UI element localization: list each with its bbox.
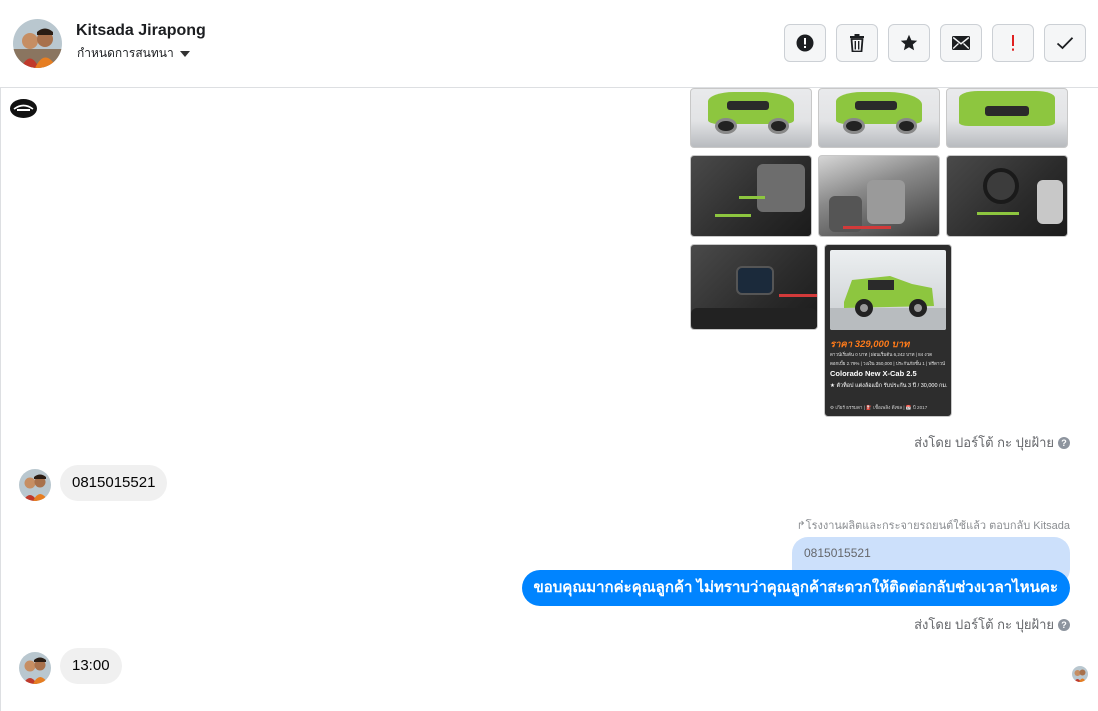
sent-by-label: ส่งโดย ปอร์โต้ กะ ปุยฝ้าย ? — [914, 614, 1070, 635]
help-icon[interactable]: ? — [1058, 436, 1070, 449]
contact-avatar[interactable] — [13, 19, 62, 68]
star-icon — [900, 34, 918, 51]
envelope-icon — [952, 36, 970, 50]
sent-by-text: ส่งโดย ปอร์โต้ กะ ปุยฝ้าย — [914, 435, 1054, 450]
flyer-features: ★ ตัวท็อป แต่งล้อแม็ก รับประกัน 3 ปี / 3… — [830, 383, 948, 389]
car-photo-1[interactable] — [690, 88, 812, 148]
flyer-terms-line: ดอกเบี้ย 2.79% | วงเงิน 350,000 | ประกัน… — [830, 361, 946, 366]
follow-up-button[interactable] — [992, 24, 1034, 62]
star-button[interactable] — [888, 24, 930, 62]
conversation-settings-label: กำหนดการสนทนา — [77, 46, 174, 60]
incoming-message[interactable]: 13:00 — [60, 648, 122, 684]
flyer-price: ราคา 329,000 บาท — [830, 339, 910, 350]
help-icon[interactable]: ? — [1058, 618, 1070, 631]
car-photo-5[interactable] — [818, 155, 940, 237]
car-photo-2[interactable] — [818, 88, 940, 148]
car-photo-7[interactable] — [690, 244, 818, 330]
sent-by-label: ส่งโดย ปอร์โต้ กะ ปุยฝ้าย ? — [914, 432, 1070, 453]
conversation-settings-dropdown[interactable]: กำหนดการสนทนา — [77, 44, 190, 63]
contact-avatar-small[interactable] — [19, 652, 51, 684]
trash-icon — [850, 34, 864, 52]
contact-avatar-small[interactable] — [19, 469, 51, 501]
sent-by-text: ส่งโดย ปอร์โต้ กะ ปุยฝ้าย — [914, 617, 1054, 632]
left-divider — [0, 0, 1, 711]
alert-circle-icon — [796, 34, 814, 52]
flyer-car-photo — [830, 250, 946, 330]
contact-name[interactable]: Kitsada Jirapong — [76, 22, 206, 40]
car-photo-3[interactable] — [946, 88, 1068, 148]
flyer-finance-line: ดาวน์เริ่มต้น 0 บาท | ผ่อนเริ่มต้น 6,242… — [830, 352, 933, 357]
car-photo-6[interactable] — [946, 155, 1068, 237]
seen-avatar — [1072, 666, 1088, 682]
conversation-header: Kitsada Jirapong กำหนดการสนทนา — [0, 0, 1098, 88]
flyer-footer: ⚙ เกียร์ ธรรมดา | ⛽ เชื้อเพลิง ดีเซล | 📅… — [830, 405, 928, 410]
car-photo-4[interactable] — [690, 155, 812, 237]
page-logo-avatar — [10, 99, 37, 118]
mark-unread-button[interactable] — [940, 24, 982, 62]
exclamation-icon — [1012, 35, 1014, 51]
delete-button[interactable] — [836, 24, 878, 62]
incoming-message[interactable]: 0815015521 — [60, 465, 168, 501]
outgoing-message[interactable]: ขอบคุณมากค่ะคุณลูกค้า ไม่ทราบว่าคุณลูกค้… — [521, 570, 1070, 606]
mark-spam-button[interactable] — [784, 24, 826, 62]
checkmark-icon — [1056, 37, 1074, 50]
mark-done-button[interactable] — [1044, 24, 1086, 62]
car-flyer-image[interactable]: ราคา 329,000 บาท ดาวน์เริ่มต้น 0 บาท | ผ… — [824, 244, 952, 417]
reply-caption: ↱โรงงานผลิตและกระจายรถยนต์ใช้แล้ว ตอบกลั… — [796, 520, 1070, 532]
flyer-model: Colorado New X-Cab 2.5 — [830, 369, 917, 378]
caret-down-icon — [179, 51, 190, 57]
conversation-toolbar — [784, 24, 1086, 62]
